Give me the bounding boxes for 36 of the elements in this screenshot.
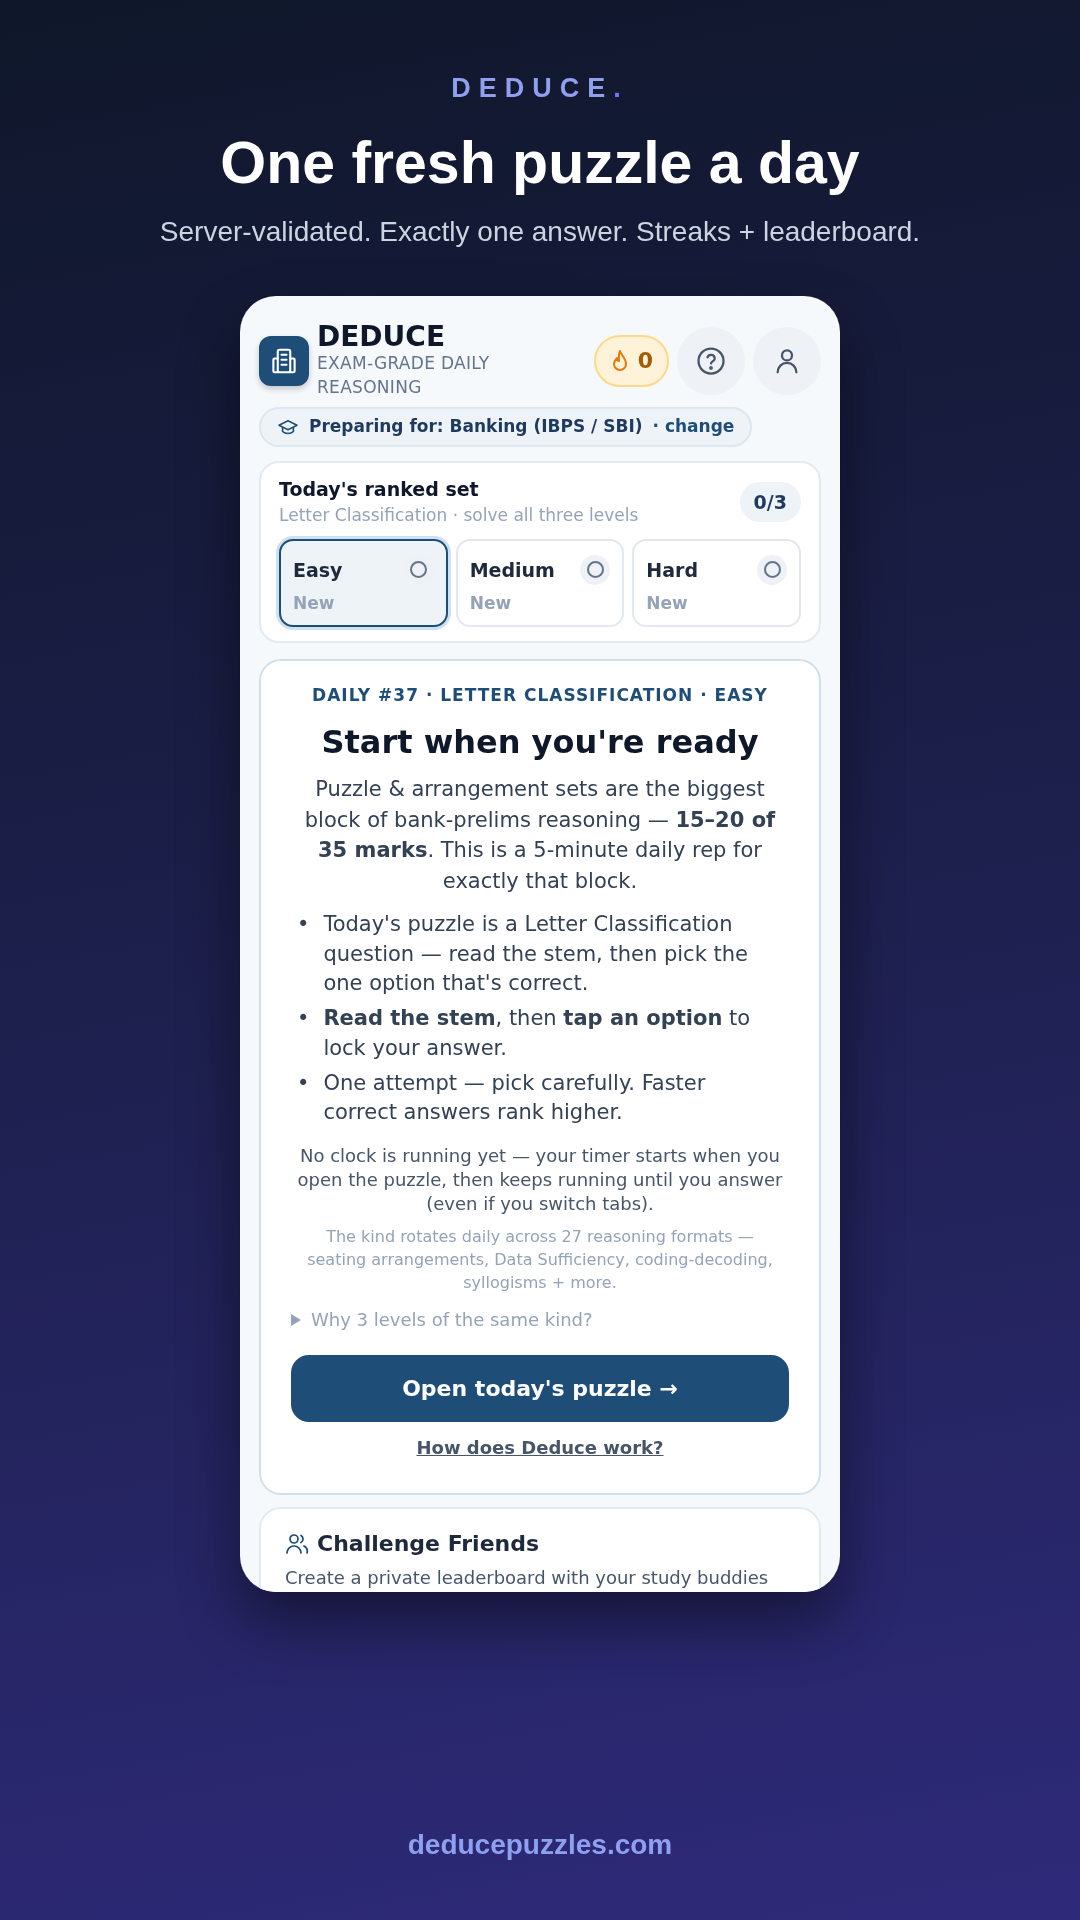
app-tagline: EXAM-GRADE DAILY REASONING <box>317 351 491 399</box>
puzzle-heading: Start when you're ready <box>320 722 760 764</box>
how-it-works-link[interactable]: How does Deduce work? <box>416 1434 664 1462</box>
building-logo-icon <box>259 335 309 386</box>
disclosure-triangle-icon <box>291 1313 301 1326</box>
brand-dot: . <box>613 73 629 103</box>
challenge-description: Create a private leaderboard with your study buddies <box>285 1566 770 1591</box>
progress-count: 0/3 <box>739 481 801 523</box>
level-tile[interactable]: Hard New <box>632 538 801 627</box>
ranked-set-title: Today's ranked set <box>279 476 480 502</box>
streak-counter[interactable]: 0 <box>593 334 669 387</box>
instruction-item: Read the stem, then tap an option to lock your answer. <box>323 1005 752 1062</box>
bullet-marker: • <box>297 1005 310 1033</box>
timer-note: No clock is running yet — your timer starts when you open the puzzle, then keeps running until you answer (even if you switch tabs). <box>296 1143 784 1217</box>
graduation-cap-icon <box>277 418 299 437</box>
help-icon <box>696 345 726 376</box>
change-link[interactable]: · change <box>652 414 735 440</box>
subtitle: Server-validated. Exactly one answer. Streaks + leaderboard. <box>158 215 922 250</box>
app-title: DEDUCE <box>317 322 447 352</box>
level-tile[interactable]: Medium New <box>455 538 625 627</box>
headline: One fresh puzzle a day <box>219 130 861 196</box>
level-tile[interactable]: Easy New <box>279 538 448 627</box>
instruction-item: One attempt — pick carefully. Faster correct answers rank higher. <box>323 1070 707 1127</box>
rotation-note: The kind rotates daily across 27 reasoning formats — seating arrangements, Data Sufficiency, coding-decoding, syllogisms + more. <box>306 1225 774 1295</box>
site-url: deducepuzzles.com <box>407 1829 673 1861</box>
people-icon <box>285 1531 309 1556</box>
intro-paragraph: Puzzle & arrangement sets are the biggest block of bank-prelims reasoning — 15–20 of 35 marks. This is a 5-minute daily rep for exactly that block. <box>303 776 777 895</box>
instruction-item: Today's puzzle is a Letter Classification question — read the stem, then pick the one option that's correct. <box>323 911 749 997</box>
ranked-set-subtitle: Letter Classification · solve all three levels <box>279 504 639 528</box>
open-puzzle-button[interactable]: Open today's puzzle → <box>291 1355 789 1423</box>
brand-name: DEDUCE <box>451 73 614 103</box>
puzzle-eyebrow: DAILY #37 · LETTER CLASSIFICATION · EASY <box>311 683 769 707</box>
challenge-title: Challenge Friends <box>317 1530 540 1559</box>
exam-target-label: Preparing for: Banking (IBPS / SBI) <box>309 415 643 439</box>
bullet-marker: • <box>297 1070 310 1098</box>
bullet-marker: • <box>297 911 310 939</box>
